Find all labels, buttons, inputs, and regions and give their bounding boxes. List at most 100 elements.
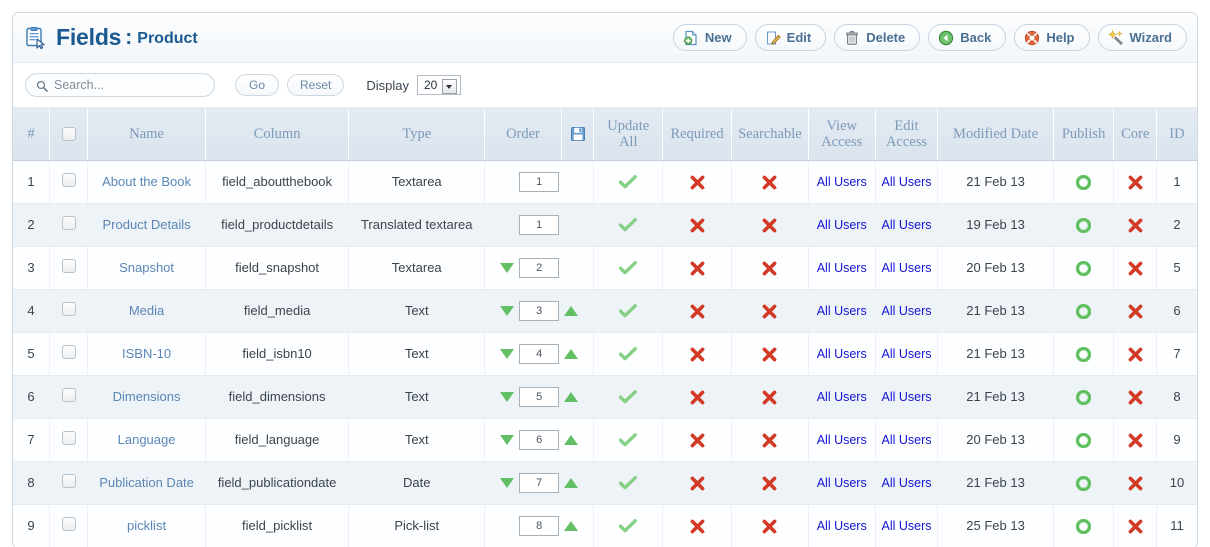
header-required[interactable]: Required: [662, 108, 732, 161]
row-checkbox-cell[interactable]: [49, 375, 89, 419]
header-view-access[interactable]: View Access: [808, 108, 876, 161]
order-input[interactable]: [519, 257, 560, 278]
publish-status-icon[interactable]: [1075, 475, 1092, 491]
row-update-all-cell[interactable]: [593, 203, 664, 247]
publish-status-icon[interactable]: [1075, 432, 1092, 448]
delete-button[interactable]: Delete: [834, 24, 921, 51]
order-input[interactable]: [519, 214, 560, 235]
row-required-cell[interactable]: [662, 418, 732, 462]
row-checkbox[interactable]: [61, 474, 76, 488]
row-update-all-cell[interactable]: [593, 160, 664, 204]
move-down-arrow-icon[interactable]: [500, 477, 515, 488]
row-checkbox[interactable]: [61, 259, 76, 273]
row-required-cell[interactable]: [662, 332, 732, 376]
header-id[interactable]: ID: [1156, 108, 1197, 161]
row-update-all-cell[interactable]: [593, 289, 664, 333]
row-checkbox[interactable]: [61, 388, 76, 402]
new-button[interactable]: New: [672, 24, 747, 51]
row-searchable-cell[interactable]: [731, 461, 809, 505]
row-publish-cell[interactable]: [1053, 418, 1115, 462]
publish-status-icon[interactable]: [1075, 260, 1092, 276]
header-select-all[interactable]: [49, 108, 89, 161]
move-up-arrow-icon[interactable]: [564, 477, 579, 488]
go-button[interactable]: Go: [235, 74, 279, 96]
view-access-link[interactable]: All Users: [817, 304, 867, 318]
field-name-link[interactable]: picklist: [127, 518, 166, 533]
view-access-link[interactable]: All Users: [817, 175, 867, 189]
header-modified-date[interactable]: Modified Date: [937, 108, 1054, 161]
move-up-arrow-icon[interactable]: [564, 391, 579, 402]
edit-access-link[interactable]: All Users: [881, 476, 931, 490]
row-checkbox-cell[interactable]: [49, 203, 89, 247]
view-access-link[interactable]: All Users: [817, 347, 867, 361]
row-publish-cell[interactable]: [1053, 289, 1115, 333]
field-name-link[interactable]: Product Details: [102, 217, 190, 232]
view-access-link[interactable]: All Users: [817, 433, 867, 447]
order-input[interactable]: [519, 515, 560, 536]
floppy-disk-save-icon[interactable]: [570, 126, 586, 142]
order-input[interactable]: [519, 171, 560, 192]
edit-access-link[interactable]: All Users: [881, 175, 931, 189]
move-down-arrow-icon[interactable]: [500, 434, 515, 445]
row-checkbox[interactable]: [61, 216, 76, 230]
edit-access-link[interactable]: All Users: [881, 433, 931, 447]
row-update-all-cell[interactable]: [593, 418, 664, 462]
order-input[interactable]: [519, 472, 560, 493]
row-update-all-cell[interactable]: [593, 375, 664, 419]
move-up-arrow-icon[interactable]: [564, 348, 579, 359]
reset-button[interactable]: Reset: [287, 74, 345, 96]
row-publish-cell[interactable]: [1053, 246, 1115, 290]
row-checkbox-cell[interactable]: [49, 289, 89, 333]
edit-button[interactable]: Edit: [754, 24, 827, 51]
display-count-select[interactable]: 20: [416, 75, 461, 95]
row-publish-cell[interactable]: [1053, 160, 1115, 204]
move-down-arrow-icon[interactable]: [500, 305, 515, 316]
view-access-link[interactable]: All Users: [817, 261, 867, 275]
publish-status-icon[interactable]: [1075, 518, 1092, 534]
view-access-link[interactable]: All Users: [817, 476, 867, 490]
header-update-all[interactable]: Update All: [593, 108, 664, 161]
row-checkbox-cell[interactable]: [49, 461, 89, 505]
row-publish-cell[interactable]: [1053, 504, 1115, 547]
view-access-link[interactable]: All Users: [817, 218, 867, 232]
select-all-checkbox[interactable]: [61, 127, 76, 142]
move-down-arrow-icon[interactable]: [500, 348, 515, 359]
move-up-arrow-icon[interactable]: [564, 305, 579, 316]
row-publish-cell[interactable]: [1053, 461, 1115, 505]
header-save-order[interactable]: [561, 108, 595, 161]
header-searchable[interactable]: Searchable: [731, 108, 809, 161]
row-publish-cell[interactable]: [1053, 332, 1115, 376]
row-required-cell[interactable]: [662, 246, 732, 290]
edit-access-link[interactable]: All Users: [881, 519, 931, 533]
row-searchable-cell[interactable]: [731, 203, 809, 247]
edit-access-link[interactable]: All Users: [881, 304, 931, 318]
row-update-all-cell[interactable]: [593, 504, 664, 547]
row-required-cell[interactable]: [662, 203, 732, 247]
publish-status-icon[interactable]: [1075, 346, 1092, 362]
publish-status-icon[interactable]: [1075, 174, 1092, 190]
field-name-link[interactable]: About the Book: [102, 174, 191, 189]
row-required-cell[interactable]: [662, 504, 732, 547]
edit-access-link[interactable]: All Users: [881, 261, 931, 275]
move-up-arrow-icon[interactable]: [564, 520, 579, 531]
row-update-all-cell[interactable]: [593, 332, 664, 376]
order-input[interactable]: [519, 300, 560, 321]
row-searchable-cell[interactable]: [731, 160, 809, 204]
header-number[interactable]: #: [13, 108, 50, 161]
move-down-arrow-icon[interactable]: [500, 391, 515, 402]
row-searchable-cell[interactable]: [731, 289, 809, 333]
search-box[interactable]: [25, 73, 215, 97]
order-input[interactable]: [519, 429, 560, 450]
row-searchable-cell[interactable]: [731, 332, 809, 376]
row-required-cell[interactable]: [662, 375, 732, 419]
row-required-cell[interactable]: [662, 289, 732, 333]
row-checkbox[interactable]: [61, 345, 76, 359]
field-name-link[interactable]: Dimensions: [113, 389, 181, 404]
row-checkbox-cell[interactable]: [49, 504, 89, 547]
order-input[interactable]: [519, 386, 560, 407]
edit-access-link[interactable]: All Users: [881, 347, 931, 361]
field-name-link[interactable]: ISBN-10: [122, 346, 171, 361]
row-checkbox-cell[interactable]: [49, 160, 89, 204]
edit-access-link[interactable]: All Users: [881, 390, 931, 404]
header-column[interactable]: Column: [205, 108, 350, 161]
